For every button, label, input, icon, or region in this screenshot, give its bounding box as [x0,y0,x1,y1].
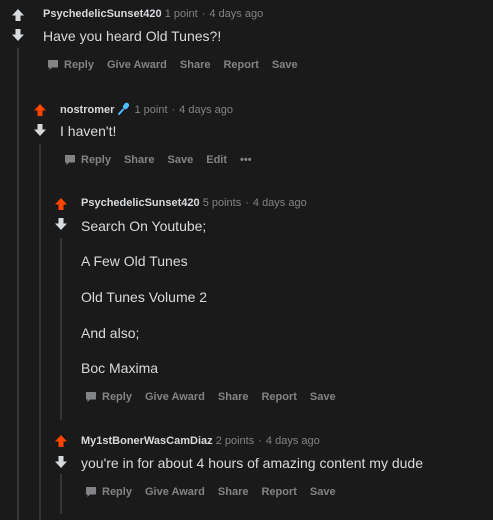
author-link[interactable]: My1stBonerWasCamDiaz [81,435,213,447]
comment-meta: PsychedelicSunset420 1 point · 4 days ago [43,7,263,21]
reply-button[interactable]: Reply [85,390,132,404]
comment-body-line: you're in for about 4 hours of amazing c… [81,455,423,471]
downvote-icon[interactable] [11,28,25,42]
separator-dot: · [201,8,206,20]
upvote-icon[interactable] [54,197,68,211]
reply-label: Reply [102,391,132,403]
points: 1 point [164,8,198,20]
author-link[interactable]: nostromer [60,104,114,116]
timestamp[interactable]: 4 days ago [209,8,263,20]
comment-meta: PsychedelicSunset420 5 points · 4 days ago [81,196,307,210]
comment-actions: Reply Share Save Edit ••• [64,153,265,167]
timestamp[interactable]: 4 days ago [179,104,233,116]
thread-line[interactable] [60,238,62,420]
reply-label: Reply [102,486,132,498]
downvote-icon[interactable] [54,455,68,469]
points: 5 points [202,197,242,209]
report-button[interactable]: Report [223,58,258,72]
more-options-button[interactable]: ••• [240,153,252,167]
downvote-icon[interactable] [33,123,47,137]
save-button[interactable]: Save [168,153,194,167]
points: 2 points [215,435,255,447]
reply-button[interactable]: Reply [64,153,111,167]
separator-dot: · [245,197,249,209]
save-button[interactable]: Save [310,390,336,404]
comment-meta: My1stBonerWasCamDiaz 2 points · 4 days ago [81,434,320,448]
share-button[interactable]: Share [124,153,155,167]
share-button[interactable]: Share [218,390,249,404]
give-award-button[interactable]: Give Award [107,58,167,72]
upvote-icon[interactable] [33,103,47,117]
comment-body-line: Have you heard Old Tunes?! [43,28,222,44]
save-button[interactable]: Save [272,58,298,72]
share-button[interactable]: Share [218,485,249,499]
comment-body-line: A Few Old Tunes [81,253,188,269]
points: 1 point [134,104,168,116]
give-award-button[interactable]: Give Award [145,485,205,499]
comment-icon [86,392,96,402]
author-link[interactable]: PsychedelicSunset420 [43,8,162,20]
comment-actions: Reply Give Award Share Report Save [85,485,349,499]
report-button[interactable]: Report [261,485,296,499]
save-button[interactable]: Save [310,485,336,499]
reply-label: Reply [64,59,94,71]
edit-button[interactable]: Edit [206,153,227,167]
microphone-icon [117,102,131,119]
author-link[interactable]: PsychedelicSunset420 [81,197,200,209]
separator-dot: · [171,104,176,116]
comment-body-line: I haven't! [60,123,117,139]
comment-icon [48,60,58,70]
give-award-button[interactable]: Give Award [145,390,205,404]
upvote-icon[interactable] [11,8,25,22]
comment-body-line: And also; [81,325,140,341]
downvote-icon[interactable] [54,217,68,231]
timestamp[interactable]: 4 days ago [266,435,320,447]
upvote-icon[interactable] [54,434,68,448]
comment-icon [65,155,75,165]
comment-body-line: Old Tunes Volume 2 [81,289,208,305]
thread-line[interactable] [60,474,62,514]
comment-body-line: Search On Youtube; [81,218,207,234]
report-button[interactable]: Report [261,390,296,404]
comment-actions: Reply Give Award Share Report Save [85,390,349,404]
reply-button[interactable]: Reply [47,58,94,72]
share-button[interactable]: Share [180,58,211,72]
thread-line[interactable] [17,48,19,520]
reply-label: Reply [81,154,111,166]
reply-button[interactable]: Reply [85,485,132,499]
comment-body-line: Boc Maxima [81,360,159,376]
thread-line[interactable] [39,144,41,520]
comment-actions: Reply Give Award Share Report Save [47,58,311,72]
timestamp[interactable]: 4 days ago [253,197,307,209]
separator-dot: · [258,435,262,447]
comment-icon [86,487,96,497]
comment-meta: nostromer 1 point · 4 days ago [60,102,233,119]
